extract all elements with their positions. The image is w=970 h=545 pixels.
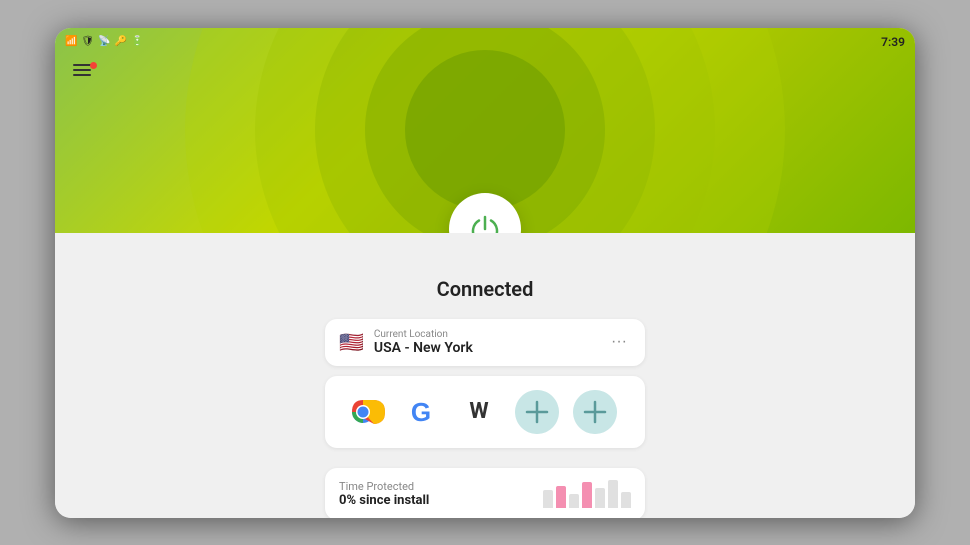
app-shortcuts: G W <box>325 376 645 448</box>
chrome-shortcut[interactable] <box>341 390 385 434</box>
location-label: Current Location <box>374 329 473 340</box>
location-name: USA - New York <box>374 340 473 356</box>
power-button-container <box>449 193 521 233</box>
bar-chart <box>543 480 631 508</box>
location-info: Current Location USA - New York <box>374 329 473 356</box>
svg-text:G: G <box>411 397 431 427</box>
notification-dot <box>90 62 97 69</box>
status-icons: 📶 🛡 📡 🔑 🔋 <box>65 36 144 47</box>
status-time: 7:39 <box>881 35 905 49</box>
bar-6 <box>621 492 631 508</box>
bar-3 <box>582 482 592 508</box>
icon-shield: 🛡 <box>81 36 94 47</box>
icon-battery: 🔋 <box>131 36 143 47</box>
hamburger-button[interactable] <box>69 60 95 80</box>
location-card: 🇺🇸 Current Location USA - New York ··· <box>325 319 645 366</box>
vpn-content: Connected 🇺🇸 Current Location USA - New … <box>55 233 915 518</box>
bar-2 <box>569 494 579 508</box>
add-shortcut-2[interactable] <box>573 390 617 434</box>
device-frame: 📶 🛡 📡 🔑 🔋 7:39 <box>55 28 915 518</box>
icon-sim: 📶 <box>65 36 77 47</box>
bar-5 <box>608 480 618 508</box>
bg-circle-5 <box>405 50 565 210</box>
connected-label: Connected <box>437 277 534 301</box>
hamburger-icon <box>73 64 91 76</box>
bar-0 <box>543 490 553 508</box>
time-info: Time Protected 0% since install <box>339 480 429 508</box>
wikipedia-icon: W <box>469 399 488 424</box>
bar-4 <box>595 488 605 508</box>
bar-1 <box>556 486 566 508</box>
time-protected-card: Time Protected 0% since install <box>325 468 645 518</box>
status-bar: 📶 🛡 📡 🔑 🔋 7:39 <box>55 28 915 56</box>
power-icon <box>467 211 503 233</box>
more-options-button[interactable]: ··· <box>607 329 631 355</box>
location-left: 🇺🇸 Current Location USA - New York <box>339 329 473 356</box>
vpn-header <box>55 28 915 233</box>
time-protected-label: Time Protected <box>339 480 429 493</box>
icon-vpn: 🔑 <box>115 36 127 47</box>
flag-icon: 🇺🇸 <box>339 330 364 354</box>
wikipedia-shortcut[interactable]: W <box>457 390 501 434</box>
add-shortcut-1[interactable] <box>515 390 559 434</box>
time-protected-value: 0% since install <box>339 493 429 508</box>
power-button[interactable] <box>449 193 521 233</box>
icon-wifi: 📡 <box>98 36 110 47</box>
google-shortcut[interactable]: G <box>399 390 443 434</box>
